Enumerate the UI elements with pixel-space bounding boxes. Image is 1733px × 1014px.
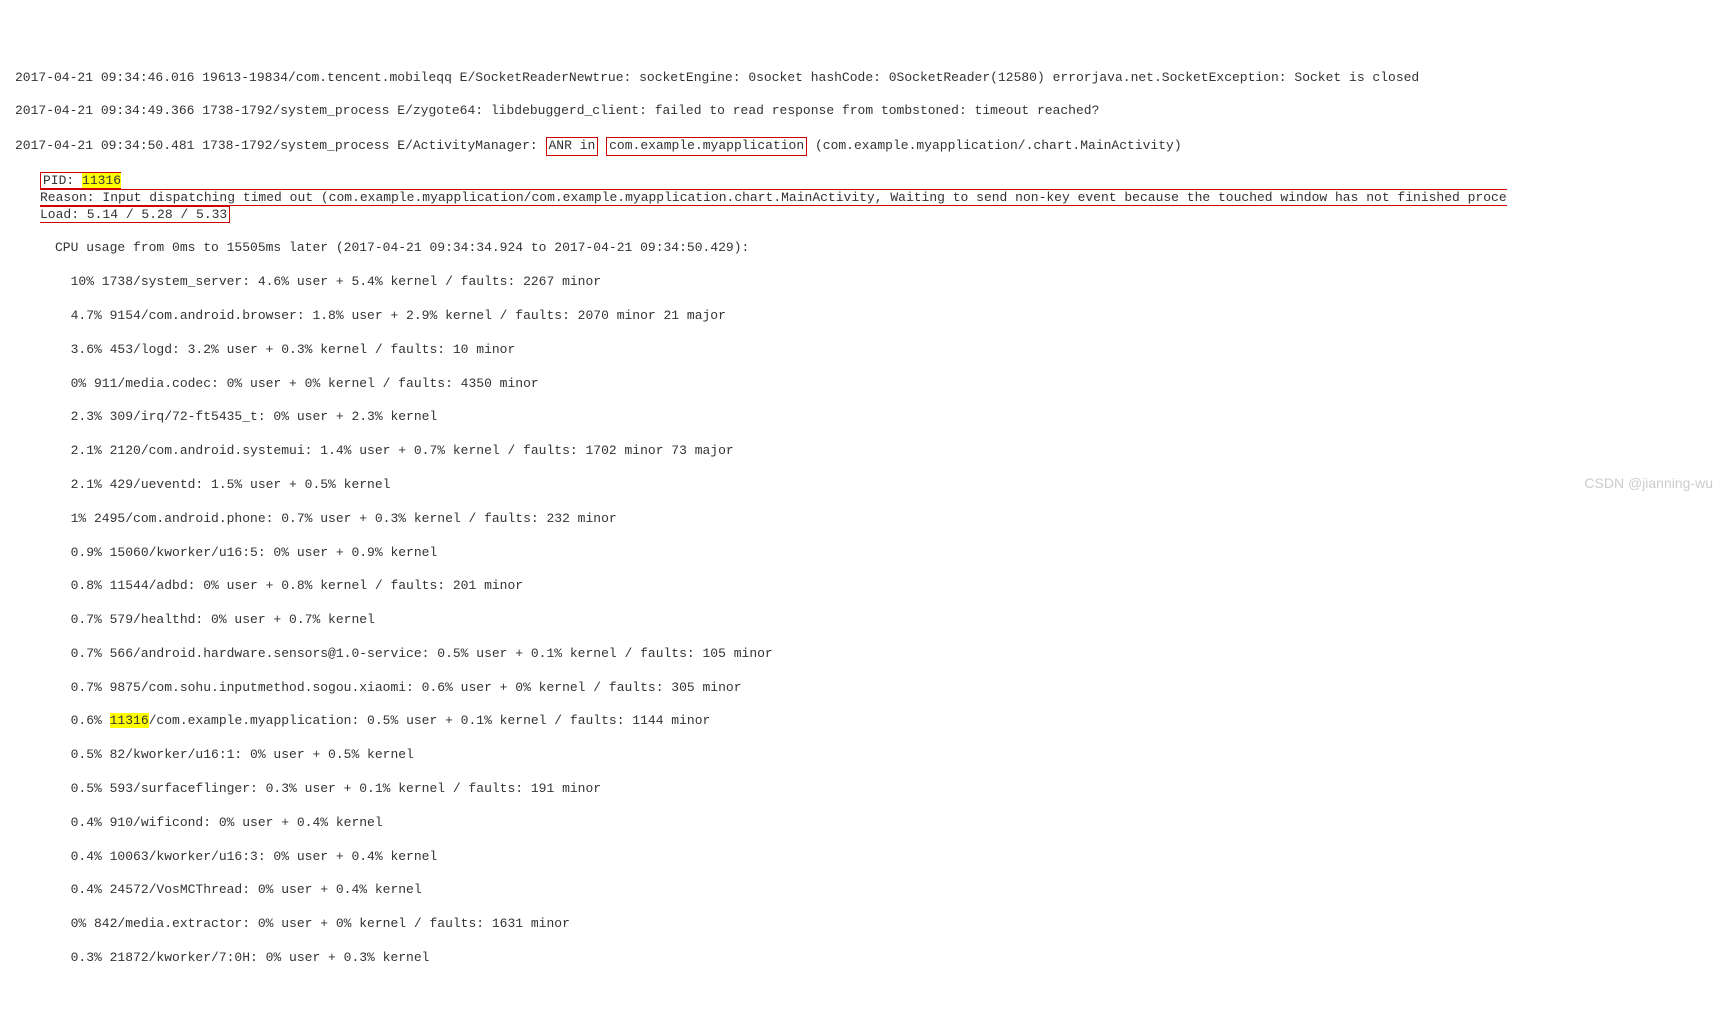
cpu-usage-header: CPU usage from 0ms to 15505ms later (201… [15, 240, 1718, 257]
cpu-suffix: /com.example.myapplication: 0.5% user + … [149, 713, 711, 728]
cpu-line: 0.4% 24572/VosMCThread: 0% user + 0.4% k… [15, 882, 1718, 899]
cpu-line: 0.4% 10063/kworker/u16:3: 0% user + 0.4%… [15, 849, 1718, 866]
log-line-pid: PID: 11316 Reason: Input dispatching time… [15, 173, 1718, 224]
anr-package: com.example.myapplication [606, 137, 807, 156]
cpu-line: 3.6% 453/logd: 3.2% user + 0.3% kernel /… [15, 342, 1718, 359]
cpu-line: 2.3% 309/irq/72-ft5435_t: 0% user + 2.3%… [15, 409, 1718, 426]
pid-value: 11316 [82, 173, 121, 188]
log-line: 2017-04-21 09:34:46.016 19613-19834/com.… [15, 70, 1718, 87]
anr-in-label: ANR in [546, 137, 599, 156]
cpu-line-highlighted: 0.6% 11316/com.example.myapplication: 0.… [15, 713, 1718, 730]
spacer [598, 138, 606, 153]
log-prefix: 2017-04-21 09:34:50.481 1738-1792/system… [15, 138, 546, 153]
cpu-pid: 11316 [110, 713, 149, 728]
cpu-line: 2.1% 2120/com.android.systemui: 1.4% use… [15, 443, 1718, 460]
log-line-anr: 2017-04-21 09:34:50.481 1738-1792/system… [15, 137, 1718, 156]
pid-label: PID: [43, 173, 82, 188]
cpu-line: 0.8% 11544/adbd: 0% user + 0.8% kernel /… [15, 578, 1718, 595]
log-line: 2017-04-21 09:34:49.366 1738-1792/system… [15, 103, 1718, 120]
cpu-line: 10% 1738/system_server: 4.6% user + 5.4%… [15, 274, 1718, 291]
anr-activity: (com.example.myapplication/.chart.MainAc… [807, 138, 1181, 153]
cpu-line: 0% 842/media.extractor: 0% user + 0% ker… [15, 916, 1718, 933]
cpu-line: 1% 2495/com.android.phone: 0.7% user + 0… [15, 511, 1718, 528]
cpu-line: 4.7% 9154/com.android.browser: 1.8% user… [15, 308, 1718, 325]
cpu-line: 0% 911/media.codec: 0% user + 0% kernel … [15, 376, 1718, 393]
cpu-line: 0.5% 593/surfaceflinger: 0.3% user + 0.1… [15, 781, 1718, 798]
cpu-line: 0.7% 9875/com.sohu.inputmethod.sogou.xia… [15, 680, 1718, 697]
cpu-line: 0.9% 15060/kworker/u16:5: 0% user + 0.9%… [15, 545, 1718, 562]
cpu-prefix: 0.6% [55, 713, 110, 728]
cpu-line: 2.1% 429/ueventd: 1.5% user + 0.5% kerne… [15, 477, 1718, 494]
watermark: CSDN @jianning-wu [1584, 474, 1713, 492]
cpu-line: 0.5% 82/kworker/u16:1: 0% user + 0.5% ke… [15, 747, 1718, 764]
reason-text: Reason: Input dispatching timed out (com… [40, 190, 1507, 205]
cpu-line: 0.7% 566/android.hardware.sensors@1.0-se… [15, 646, 1718, 663]
load-text: Load: 5.14 / 5.28 / 5.33 [40, 207, 227, 222]
cpu-line: 0.3% 21872/kworker/7:0H: 0% user + 0.3% … [15, 950, 1718, 967]
cpu-line: 0.7% 579/healthd: 0% user + 0.7% kernel [15, 612, 1718, 629]
cpu-line: 0.4% 910/wificond: 0% user + 0.4% kernel [15, 815, 1718, 832]
